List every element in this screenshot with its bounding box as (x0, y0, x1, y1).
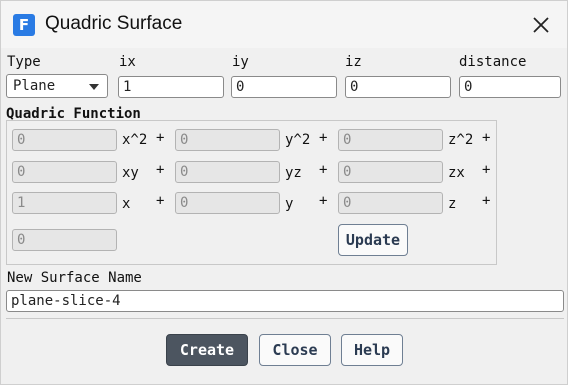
coef-z2-input[interactable]: 0 (338, 129, 443, 151)
ix-label: ix (119, 54, 136, 70)
divider (6, 318, 564, 319)
coef-z-input[interactable]: 0 (338, 192, 443, 214)
plus-sign: + (156, 130, 165, 146)
type-select[interactable]: Plane (6, 74, 108, 98)
distance-label: distance (459, 54, 527, 70)
app-icon: F (13, 14, 35, 36)
close-icon (533, 17, 549, 33)
type-label: Type (7, 54, 41, 70)
plus-sign: + (156, 162, 165, 178)
coef-xy-input[interactable]: 0 (12, 161, 117, 183)
update-button[interactable]: Update (338, 224, 408, 256)
term-y2: y^2 (285, 132, 311, 148)
coef-x-input[interactable]: 1 (12, 192, 117, 214)
plus-sign: + (319, 130, 328, 146)
surface-name-input[interactable]: plane-slice-4 (6, 290, 564, 312)
term-z: z (448, 196, 457, 212)
type-select-value: Plane (13, 78, 56, 94)
help-button[interactable]: Help (341, 334, 403, 366)
term-xy: xy (122, 165, 139, 181)
plus-sign: + (156, 193, 165, 209)
term-y: y (285, 196, 294, 212)
create-button[interactable]: Create (166, 334, 248, 366)
plus-sign: + (319, 162, 328, 178)
iz-input[interactable]: 0 (345, 76, 451, 98)
term-x2: x^2 (122, 132, 148, 148)
iy-label: iy (232, 54, 249, 70)
iy-input[interactable]: 0 (231, 76, 337, 98)
iz-label: iz (345, 54, 362, 70)
coef-y2-input[interactable]: 0 (175, 129, 280, 151)
term-zx: zx (448, 165, 465, 181)
chevron-down-icon (89, 84, 99, 90)
surface-name-label: New Surface Name (7, 270, 142, 286)
close-button[interactable]: Close (259, 334, 331, 366)
title-bar: F Quadric Surface (1, 1, 567, 48)
term-x: x (122, 196, 131, 212)
plus-sign: + (319, 193, 328, 209)
term-yz: yz (285, 165, 302, 181)
coef-zx-input[interactable]: 0 (338, 161, 443, 183)
ix-input[interactable]: 1 (118, 76, 224, 98)
plus-sign: + (482, 130, 491, 146)
coef-yz-input[interactable]: 0 (175, 161, 280, 183)
close-window-button[interactable] (526, 11, 556, 39)
plus-sign: + (482, 193, 491, 209)
coef-x2-input[interactable]: 0 (12, 129, 117, 151)
constant-input[interactable]: 0 (12, 229, 117, 251)
plus-sign: + (482, 162, 491, 178)
coef-y-input[interactable]: 0 (175, 192, 280, 214)
quadric-surface-dialog: F Quadric Surface Type ix iy iz distance… (0, 0, 568, 385)
term-z2: z^2 (448, 132, 474, 148)
dialog-title: Quadric Surface (45, 13, 183, 34)
distance-input[interactable]: 0 (459, 76, 561, 98)
